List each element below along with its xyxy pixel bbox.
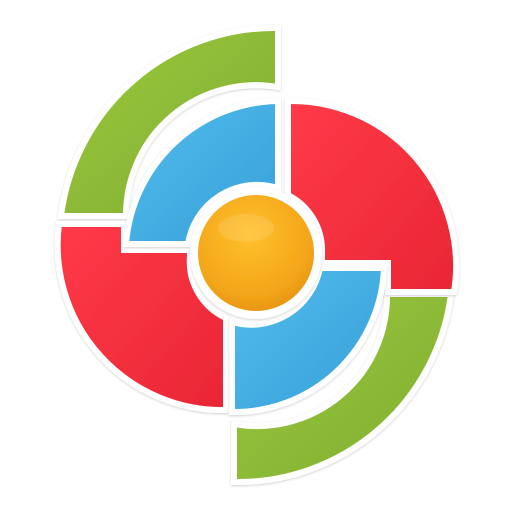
orange-center-dot [190,187,322,319]
pinwheel-logo-icon [54,24,459,486]
app-icon [0,0,512,512]
